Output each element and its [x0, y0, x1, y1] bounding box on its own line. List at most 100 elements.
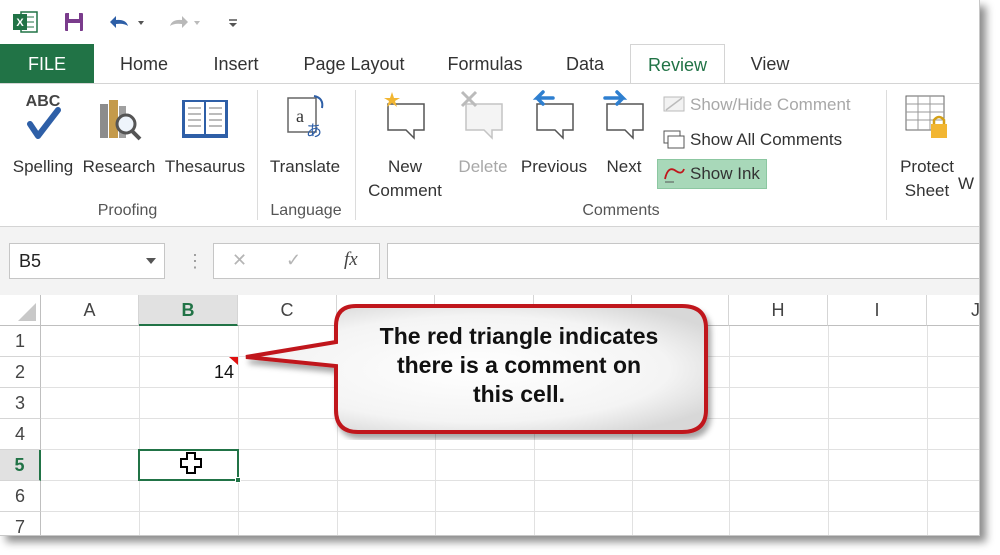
formula-input[interactable] [387, 243, 979, 279]
row-header-1[interactable]: 1 [0, 326, 41, 357]
cell-cursor-icon [179, 451, 203, 480]
tab-data[interactable]: Data [552, 44, 618, 84]
show-all-comments-button[interactable]: Show All Comments [658, 125, 848, 155]
new-comment-icon [360, 88, 450, 153]
enter-icon[interactable]: ✓ [286, 250, 301, 271]
gridline [927, 326, 928, 535]
ribbon: ABC Spelling Research Thesaurus Proofing… [0, 84, 979, 227]
delete-comment-icon [452, 88, 514, 153]
previous-label: Previous [520, 157, 588, 176]
formula-buttons: ✕ ✓ fx [213, 243, 380, 279]
show-ink-label: Show Ink [690, 164, 760, 183]
callout-text-line1: The red triangle indicates [379, 323, 659, 349]
name-box-value: B5 [19, 251, 42, 271]
save-icon[interactable] [60, 8, 88, 36]
protect-workbook-button-partial[interactable]: W [958, 172, 979, 196]
tab-formulas[interactable]: Formulas [436, 44, 534, 84]
spelling-abc-text: ABC [26, 93, 61, 110]
translate-button[interactable]: a あ Translate [264, 88, 346, 179]
customize-qat-icon[interactable] [222, 8, 244, 36]
gridline [41, 511, 979, 512]
show-hide-comment-label: Show/Hide Comment [690, 95, 851, 114]
tab-page-layout[interactable]: Page Layout [290, 44, 418, 84]
protect-sheet-label-line1: Protect [900, 157, 954, 176]
show-ink-button[interactable]: Show Ink [657, 159, 767, 189]
spelling-label: Spelling [12, 157, 74, 176]
show-all-comments-label: Show All Comments [690, 130, 843, 149]
comments-group-label: Comments [582, 202, 660, 219]
callout-text-line2: there is a comment on [396, 352, 642, 378]
undo-icon[interactable] [104, 8, 148, 36]
tab-insert[interactable]: Insert [200, 44, 272, 84]
show-hide-comment-button[interactable]: Show/Hide Comment [658, 90, 857, 120]
previous-comment-button[interactable]: Previous [516, 88, 592, 179]
gridline [828, 326, 829, 535]
name-box-dropdown-icon[interactable] [146, 258, 156, 264]
translate-label: Translate [269, 157, 341, 176]
new-comment-label-line1: New [387, 157, 422, 176]
thesaurus-book-icon [162, 88, 248, 153]
column-header-a[interactable]: A [41, 295, 139, 326]
gridline [729, 326, 730, 535]
thesaurus-label: Thesaurus [164, 157, 246, 176]
redo-icon [162, 8, 206, 36]
delete-label: Delete [458, 157, 508, 176]
delete-comment-button[interactable]: Delete [452, 88, 514, 179]
new-comment-label-line2: Comment [368, 181, 442, 200]
language-group-label: Language [270, 202, 342, 219]
protect-sheet-icon [892, 88, 962, 153]
name-box[interactable]: B5 [9, 243, 165, 279]
show-all-comments-icon [662, 129, 686, 151]
research-label: Research [82, 157, 156, 176]
next-label: Next [606, 157, 642, 176]
previous-comment-icon [516, 88, 592, 153]
svg-text:あ: あ [306, 121, 322, 140]
cancel-icon[interactable]: ✕ [232, 250, 247, 271]
ribbon-tabs: FILE Home Insert Page Layout Formulas Da… [0, 44, 979, 85]
row-header-7[interactable]: 7 [0, 512, 41, 535]
callout-text-line3: this cell. [472, 381, 566, 407]
fill-handle[interactable] [235, 477, 241, 483]
new-comment-button[interactable]: New Comment [360, 88, 450, 203]
row-header-4[interactable]: 4 [0, 419, 41, 450]
insert-function-icon[interactable]: fx [344, 249, 358, 271]
translate-icon: a あ [264, 88, 346, 153]
research-button[interactable]: Research [82, 88, 156, 179]
excel-logo-icon[interactable]: X [10, 8, 40, 36]
protect-sheet-button[interactable]: Protect Sheet [892, 88, 962, 203]
row-header-5[interactable]: 5 [0, 450, 41, 481]
column-header-h[interactable]: H [729, 295, 828, 326]
research-icon [82, 88, 156, 153]
show-hide-comment-icon [662, 94, 686, 116]
excel-window: X FILE Home Insert Page Layout Formulas … [0, 0, 980, 536]
thesaurus-button[interactable]: Thesaurus [162, 88, 248, 179]
tab-home[interactable]: Home [105, 44, 183, 84]
tab-review[interactable]: Review [630, 44, 725, 85]
comment-indicator-icon[interactable] [229, 357, 238, 365]
group-separator [257, 90, 258, 220]
svg-text:a: a [296, 106, 304, 126]
column-header-j[interactable]: J [927, 295, 979, 326]
proofing-group-label: Proofing [97, 202, 158, 219]
formula-bar: B5 ⋮ ✕ ✓ fx [0, 227, 979, 295]
group-separator [355, 90, 356, 220]
column-header-i[interactable]: I [828, 295, 927, 326]
cell-b2[interactable]: 14 [139, 357, 238, 388]
svg-text:X: X [16, 17, 24, 29]
select-all-corner[interactable] [0, 295, 41, 326]
column-header-b[interactable]: B [139, 295, 238, 326]
protect-sheet-label-line2: Sheet [904, 181, 950, 200]
next-comment-button[interactable]: Next [594, 88, 654, 179]
spelling-check-icon: ABC [8, 88, 78, 153]
formula-bar-grip-icon: ⋮ [186, 251, 204, 271]
group-separator [886, 90, 887, 220]
next-comment-icon [594, 88, 654, 153]
row-header-2[interactable]: 2 [0, 357, 41, 388]
row-header-3[interactable]: 3 [0, 388, 41, 419]
gridline [238, 326, 239, 535]
quick-access-toolbar: X [0, 0, 979, 44]
row-header-6[interactable]: 6 [0, 481, 41, 512]
spelling-button[interactable]: ABC Spelling [8, 88, 78, 179]
tab-view[interactable]: View [737, 44, 803, 84]
tab-file[interactable]: FILE [0, 44, 94, 84]
